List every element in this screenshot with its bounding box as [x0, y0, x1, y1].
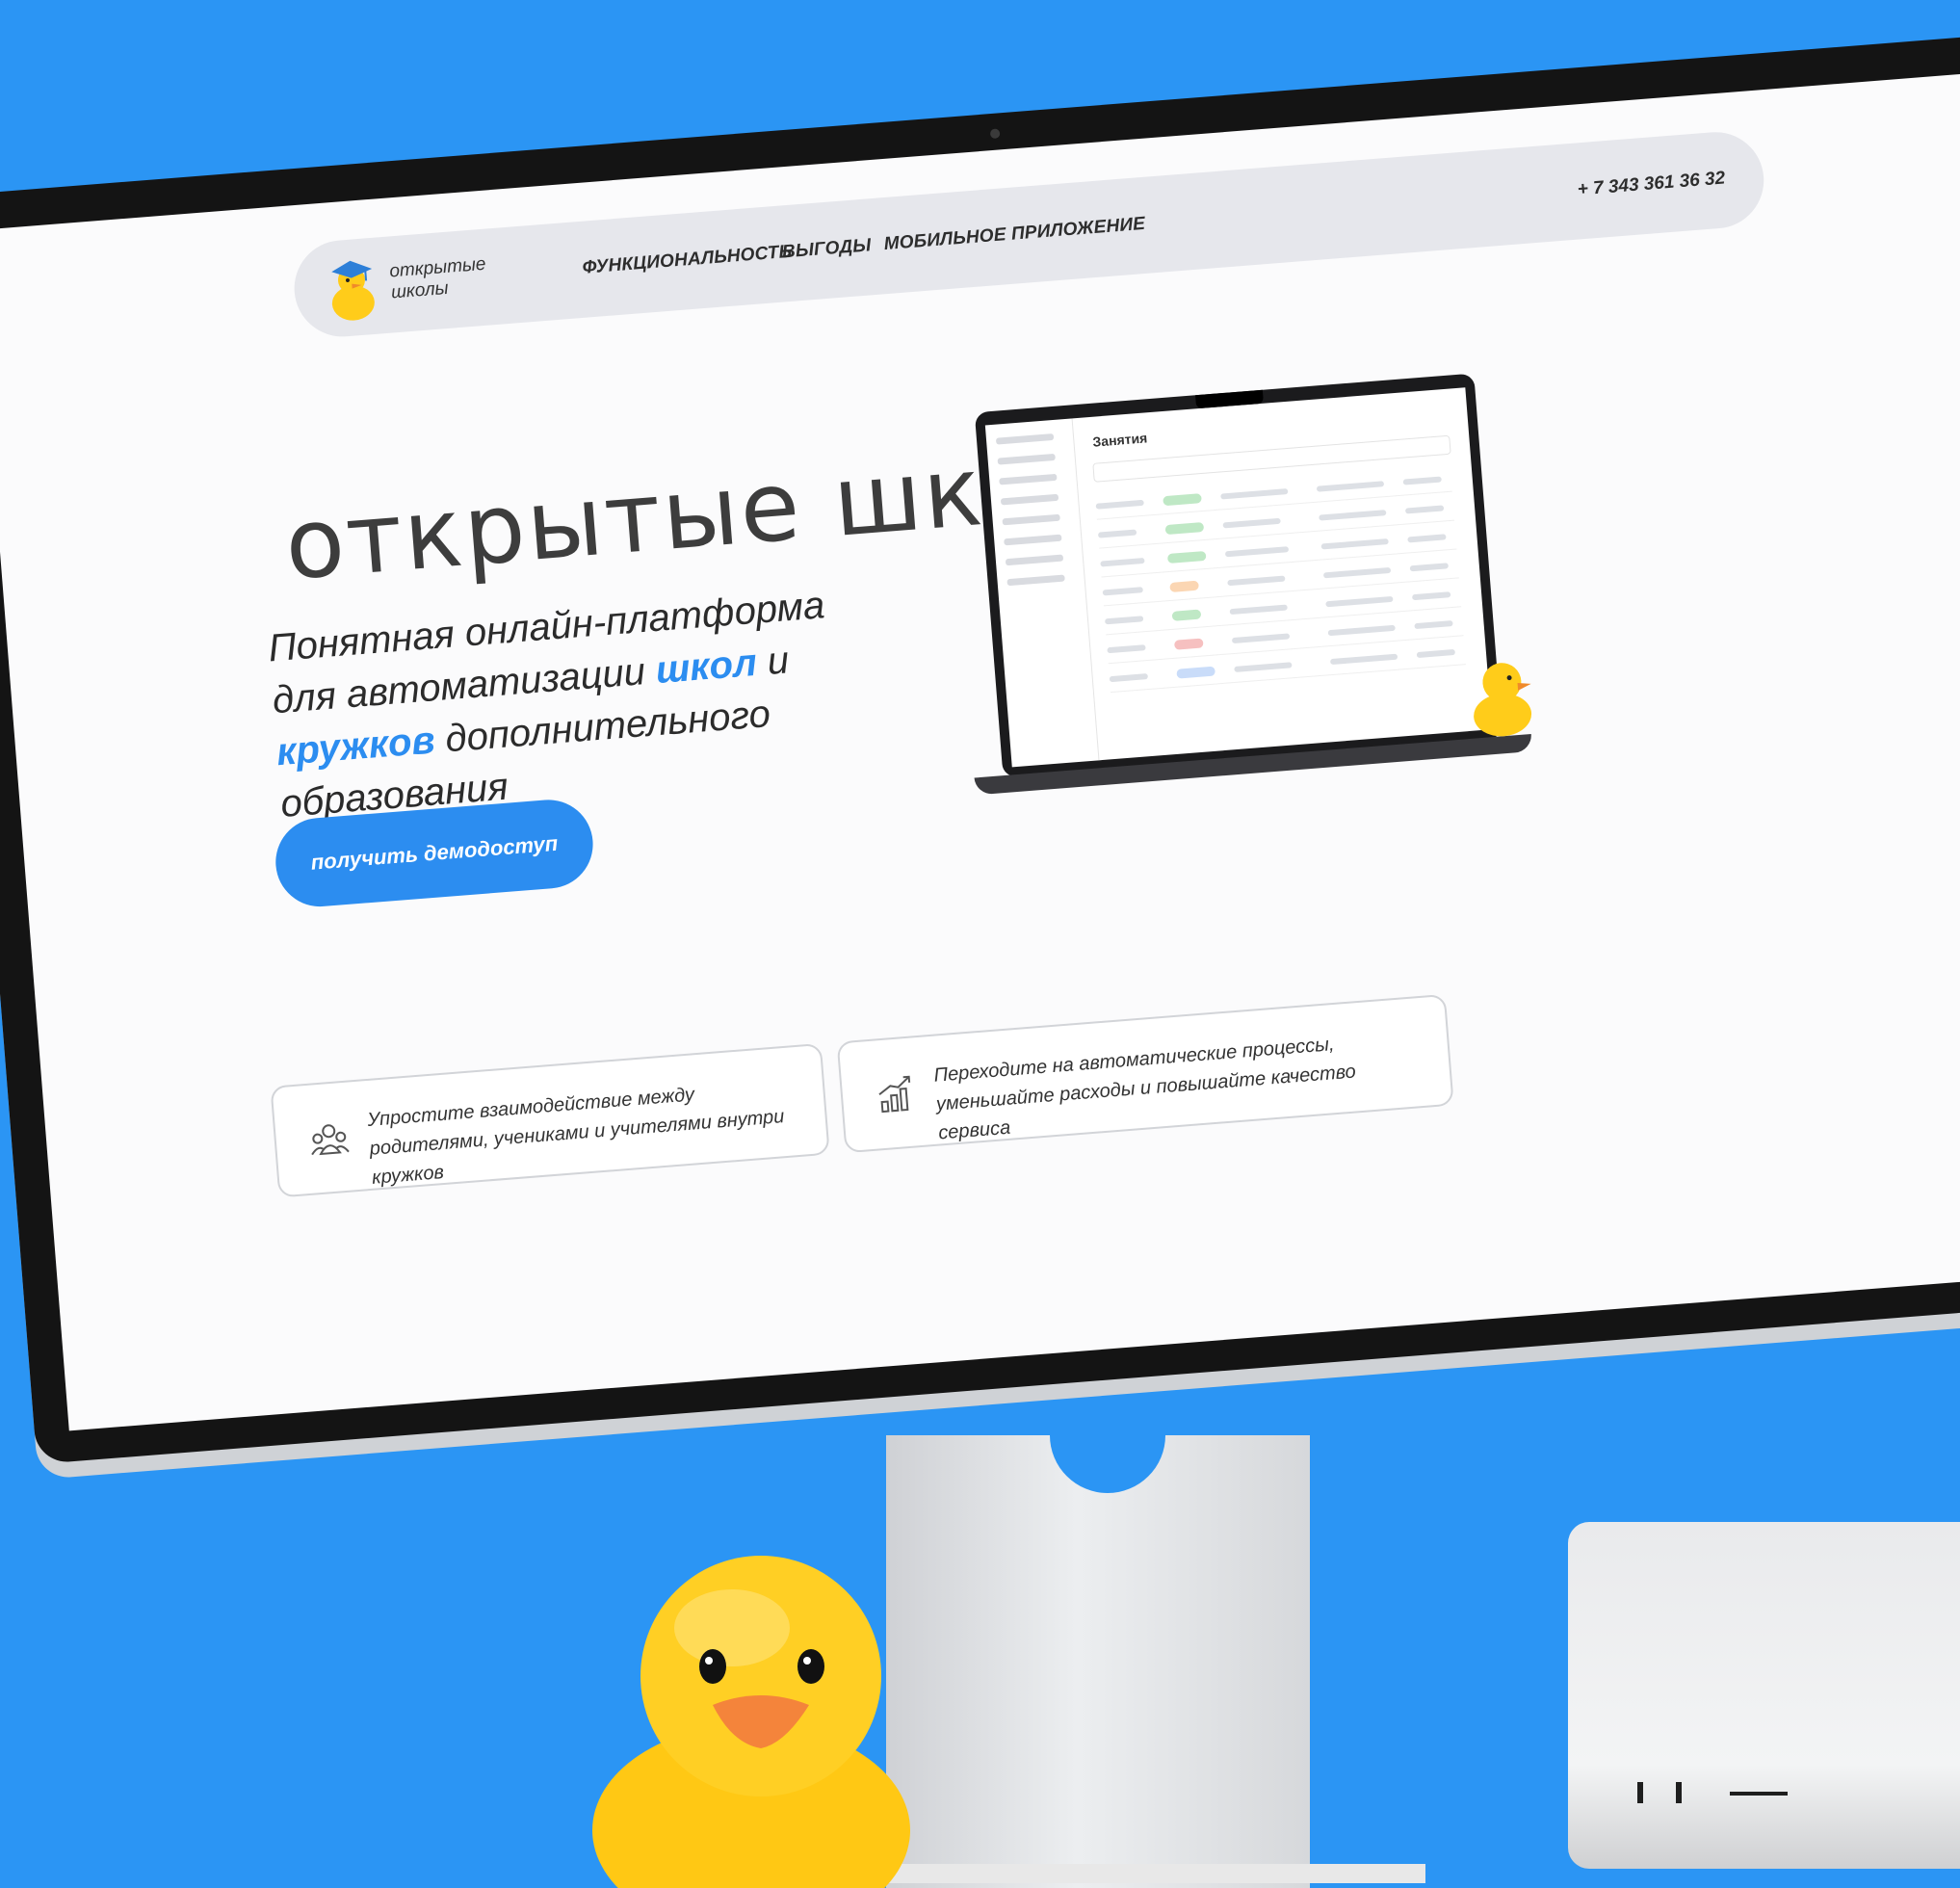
phone-link[interactable]: + 7 343 361 36 32	[1577, 168, 1726, 200]
feature-text: Переходите на автоматические процессы, у…	[932, 1034, 1357, 1144]
people-icon	[311, 1124, 350, 1156]
hero-subtitle: Понятная онлайн-платформа для автоматиза…	[267, 576, 878, 830]
laptop-lid: Занятия	[974, 373, 1503, 778]
growth-chart-icon	[878, 1075, 911, 1114]
subtitle-accent-clubs: кружков	[274, 719, 437, 774]
feature-text: Упростите взаимодействие между родителям…	[366, 1084, 786, 1189]
monitor: ОТКРЫТЫЕ ШКОЛЫ ФУНКЦИОНАЛЬНОСТЬ ВЫГОДЫ М…	[0, 0, 1960, 1483]
nav-link-functionality[interactable]: ФУНКЦИОНАЛЬНОСТЬ	[582, 242, 793, 279]
website-screen: ОТКРЫТЫЕ ШКОЛЫ ФУНКЦИОНАЛЬНОСТЬ ВЫГОДЫ М…	[0, 73, 1960, 1431]
mockup-sidebar	[984, 418, 1100, 768]
nav-link-benefits[interactable]: ВЫГОДЫ	[781, 235, 872, 263]
feature-card-automation: Переходите на автоматические процессы, у…	[836, 993, 1454, 1154]
monitor-stand	[886, 1435, 1310, 1888]
subtitle-and: и	[754, 639, 791, 684]
logo-text[interactable]: ОТКРЫТЫЕ ШКОЛЫ	[389, 249, 546, 303]
duck-logo-icon[interactable]	[321, 250, 383, 324]
mockup-title: Занятия	[1091, 430, 1148, 450]
laptop-screen: Занятия	[984, 387, 1493, 768]
rubber-duck-icon	[592, 1556, 910, 1888]
feature-card-communication: Упростите взаимодействие между родителям…	[270, 1042, 830, 1198]
usb-port-icon	[1637, 1782, 1643, 1803]
laptop-mockup: Занятия	[946, 371, 1534, 818]
small-duck-icon	[1474, 663, 1532, 737]
sd-slot-icon	[1730, 1792, 1788, 1796]
usb-port-icon	[1676, 1782, 1682, 1803]
nav-link-mobile-app[interactable]: МОБИЛЬНОЕ ПРИЛОЖЕНИЕ	[883, 214, 1146, 255]
desktop-computer	[1568, 1522, 1960, 1869]
subtitle-accent-schools: школ	[654, 641, 759, 693]
